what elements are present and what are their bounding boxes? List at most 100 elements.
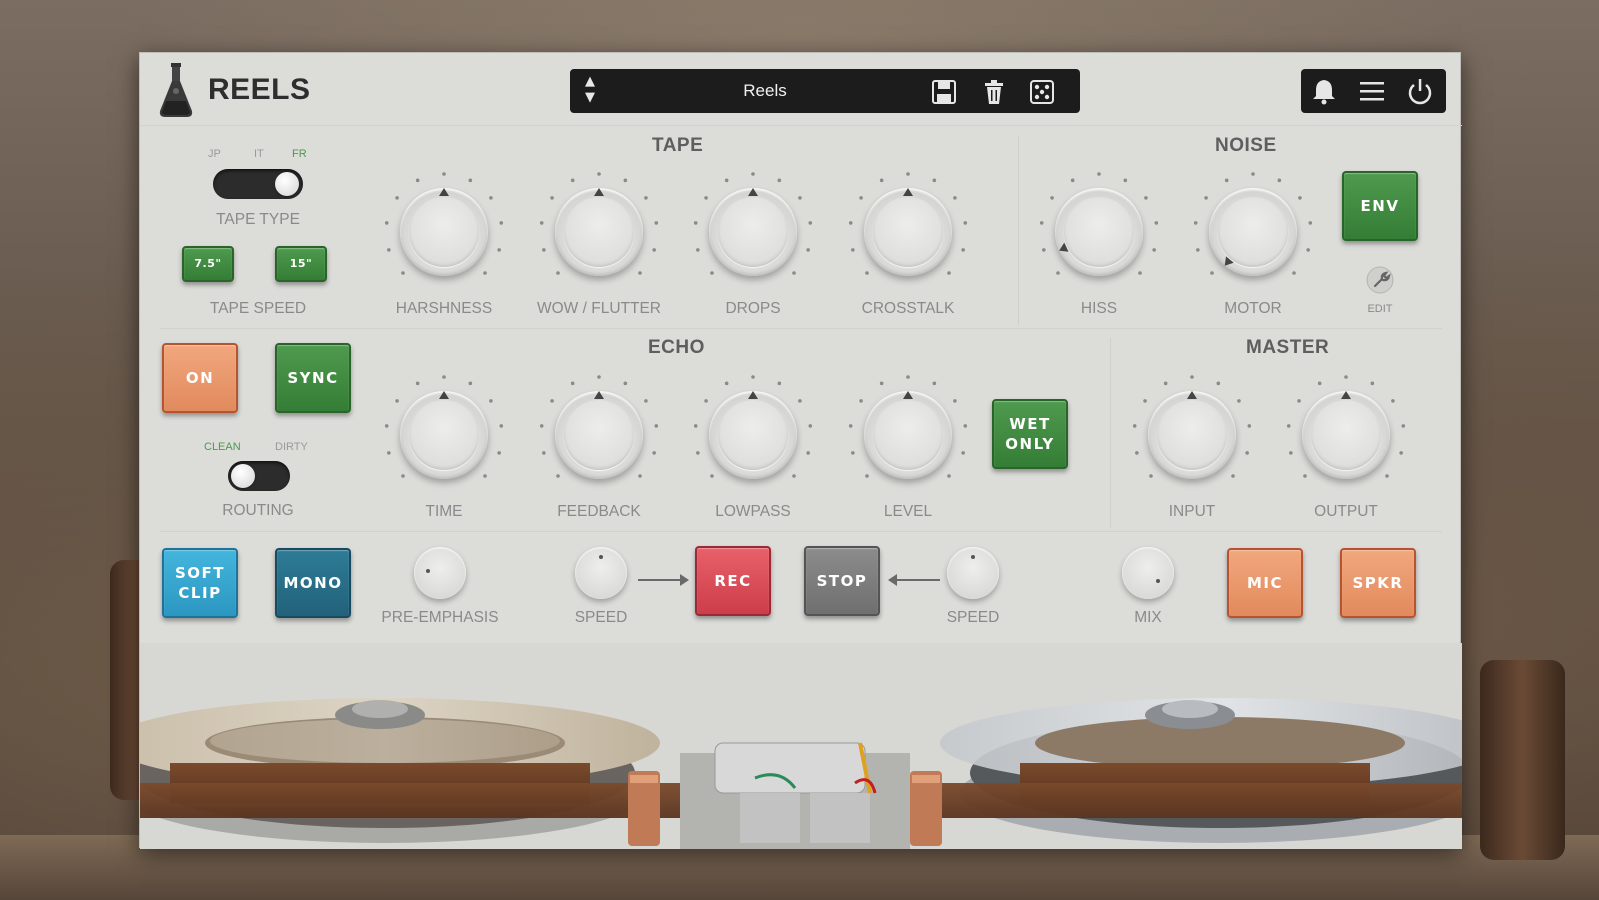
- knob-tick: [550, 399, 554, 403]
- chevron-down-icon[interactable]: ▼: [580, 90, 600, 106]
- knob-tick: [542, 451, 546, 455]
- drops-knob[interactable]: [691, 170, 815, 294]
- stop-button[interactable]: STOP: [804, 546, 880, 616]
- lowpass-knob[interactable]: [691, 373, 815, 497]
- knob-tick: [963, 221, 968, 225]
- preset-name[interactable]: Reels: [630, 81, 900, 101]
- knob-tick: [644, 399, 648, 403]
- level-knob[interactable]: [846, 373, 970, 497]
- knob-tick: [623, 381, 628, 386]
- toggle-thumb: [275, 172, 299, 196]
- level-label: LEVEL: [883, 503, 933, 520]
- echo-on-button[interactable]: ON: [162, 343, 238, 413]
- routing-label: ROUTING: [222, 502, 294, 519]
- dice-icon[interactable]: [1028, 78, 1056, 106]
- chevron-up-icon[interactable]: ▲: [580, 74, 600, 90]
- knob-tick: [704, 196, 708, 200]
- sync-button[interactable]: SYNC: [275, 343, 351, 413]
- background-bottle-right: [1480, 660, 1565, 860]
- knob-tick: [879, 178, 884, 183]
- bell-icon[interactable]: [1309, 77, 1339, 105]
- output-knob[interactable]: [1284, 373, 1408, 497]
- input-label: INPUT: [1168, 503, 1216, 520]
- input-knob[interactable]: [1130, 373, 1254, 497]
- trash-icon[interactable]: [980, 78, 1008, 106]
- knob-tick: [932, 178, 937, 183]
- knob-tick: [1097, 172, 1101, 176]
- preset-prev-next-arrows[interactable]: ▲ ▼: [580, 74, 600, 108]
- rec-button[interactable]: REC: [695, 546, 771, 616]
- knob-body: [709, 188, 797, 276]
- soft-clip-button[interactable]: SOFT CLIP: [162, 548, 238, 618]
- power-icon[interactable]: [1405, 77, 1435, 105]
- knob-tick: [808, 221, 813, 225]
- spkr-button[interactable]: SPKR: [1340, 548, 1416, 618]
- knob-tick: [401, 474, 405, 478]
- harshness-knob[interactable]: [382, 170, 506, 294]
- tape-type-option-jp: JP: [208, 148, 221, 160]
- routing-option-clean: CLEAN: [204, 441, 241, 453]
- knob-tick: [1224, 178, 1229, 183]
- master-section-title: MASTER: [1246, 337, 1330, 358]
- knob-cap: [1157, 400, 1227, 470]
- env-button[interactable]: ENV: [1342, 171, 1418, 241]
- knob-tick: [1231, 474, 1235, 478]
- tape-speed-7-5-button[interactable]: 7.5": [182, 246, 234, 282]
- feedback-knob[interactable]: [537, 373, 661, 497]
- knob-tick: [1042, 248, 1046, 252]
- knob-dot: [971, 555, 975, 559]
- routing-toggle[interactable]: [228, 461, 290, 491]
- knob-cap: [409, 400, 479, 470]
- knob-cap: [873, 400, 943, 470]
- mic-button[interactable]: MIC: [1227, 548, 1303, 618]
- knob-tick: [693, 424, 698, 428]
- knob-tick: [1163, 381, 1168, 386]
- speed-knob-right[interactable]: [947, 547, 999, 599]
- knob-tick: [654, 424, 659, 428]
- knob-dot: [1156, 579, 1160, 583]
- speed-knob-left[interactable]: [575, 547, 627, 599]
- knob-tick: [806, 248, 810, 252]
- knob-body: [1209, 188, 1297, 276]
- knob-tick: [851, 248, 855, 252]
- knob-tick: [570, 178, 575, 183]
- tape-speed-15-button[interactable]: 15": [275, 246, 327, 282]
- knob-dot: [426, 569, 430, 573]
- knob-tick: [550, 196, 554, 200]
- knob-tick: [497, 451, 501, 455]
- hiss-knob[interactable]: [1037, 170, 1161, 294]
- wrench-edit-icon[interactable]: [1365, 265, 1395, 295]
- knob-tick: [1070, 178, 1075, 183]
- knob-body: [555, 391, 643, 479]
- crosstalk-knob[interactable]: [846, 170, 970, 294]
- knob-tick: [792, 474, 796, 478]
- time-knob[interactable]: [382, 373, 506, 497]
- knob-tick: [384, 221, 389, 225]
- knob-tick: [704, 399, 708, 403]
- tape-type-toggle[interactable]: [213, 169, 303, 199]
- knob-tick: [1308, 221, 1313, 225]
- arrow-to-rec: [638, 579, 682, 581]
- motor-knob[interactable]: [1191, 170, 1315, 294]
- knob-tick: [947, 474, 951, 478]
- knob-tick: [1154, 221, 1159, 225]
- wet-only-button[interactable]: WET ONLY: [992, 399, 1068, 469]
- mix-knob[interactable]: [1122, 547, 1174, 599]
- knob-tick: [947, 271, 951, 275]
- knob-tick: [499, 424, 504, 428]
- save-icon[interactable]: [930, 78, 958, 106]
- knob-tick: [570, 381, 575, 386]
- mono-button[interactable]: MONO: [275, 548, 351, 618]
- knob-tick: [710, 271, 714, 275]
- pre-emphasis-knob[interactable]: [414, 547, 466, 599]
- knob-tick: [1385, 474, 1389, 478]
- knob-tick: [808, 424, 813, 428]
- echo-section-title: ECHO: [648, 337, 705, 358]
- menu-icon[interactable]: [1357, 77, 1387, 105]
- wow-flutter-knob[interactable]: [537, 170, 661, 294]
- knob-tick: [1237, 399, 1241, 403]
- knob-tick: [1132, 424, 1137, 428]
- knob-tick: [953, 399, 957, 403]
- knob-dot: [599, 555, 603, 559]
- speed-label-right: SPEED: [946, 609, 1000, 626]
